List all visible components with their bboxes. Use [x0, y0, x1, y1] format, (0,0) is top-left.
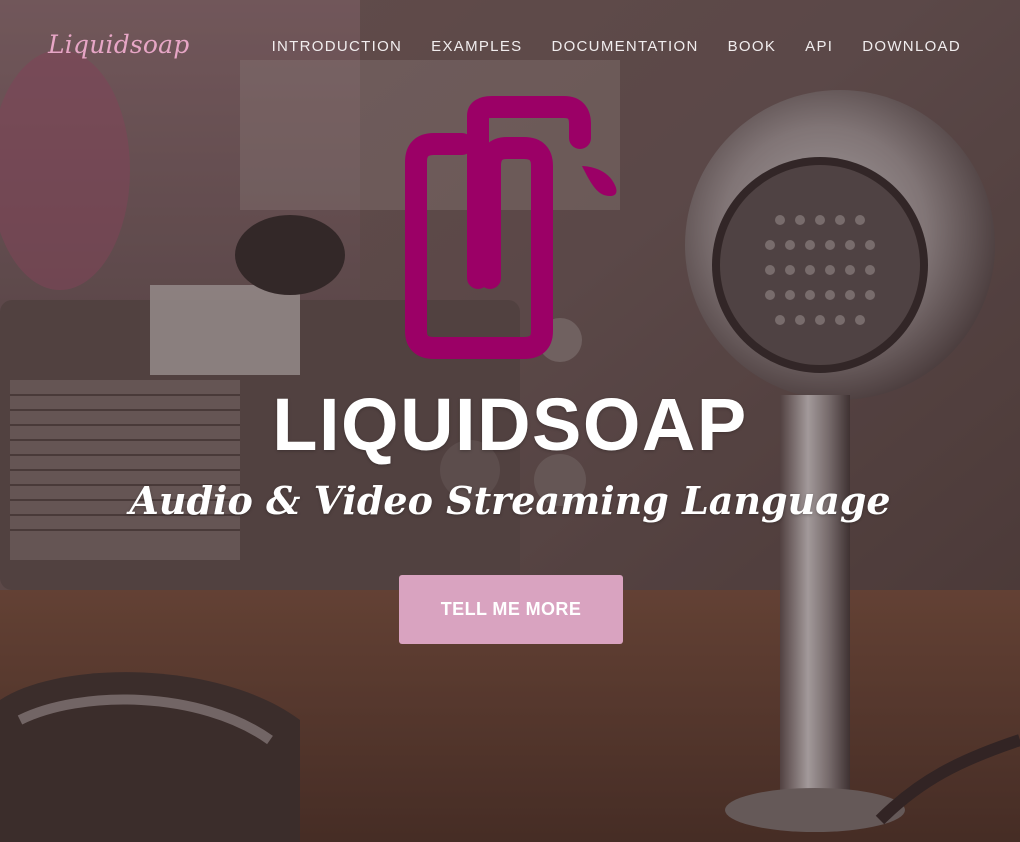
nav-link-documentation[interactable]: DOCUMENTATION — [551, 38, 698, 55]
nav-link-book[interactable]: BOOK — [728, 38, 777, 55]
hero-title: LIQUIDSOAP — [272, 383, 748, 466]
hero-subtitle: Audio & Video Streaming Language — [129, 478, 891, 523]
nav-link-api[interactable]: API — [805, 38, 833, 55]
nav-menu: INTRODUCTION EXAMPLES DOCUMENTATION BOOK… — [272, 38, 961, 55]
nav-link-download[interactable]: DOWNLOAD — [862, 38, 961, 55]
tell-me-more-button[interactable]: TELL ME MORE — [399, 575, 623, 644]
nav-link-examples[interactable]: EXAMPLES — [431, 38, 522, 55]
hero-section: Liquidsoap INTRODUCTION EXAMPLES DOCUMEN… — [0, 0, 1020, 842]
liquidsoap-logo-icon — [405, 96, 617, 359]
brand-logo-link[interactable]: Liquidsoap — [48, 30, 190, 59]
nav-link-introduction[interactable]: INTRODUCTION — [272, 38, 403, 55]
top-navbar: Liquidsoap INTRODUCTION EXAMPLES DOCUMEN… — [0, 0, 1020, 96]
